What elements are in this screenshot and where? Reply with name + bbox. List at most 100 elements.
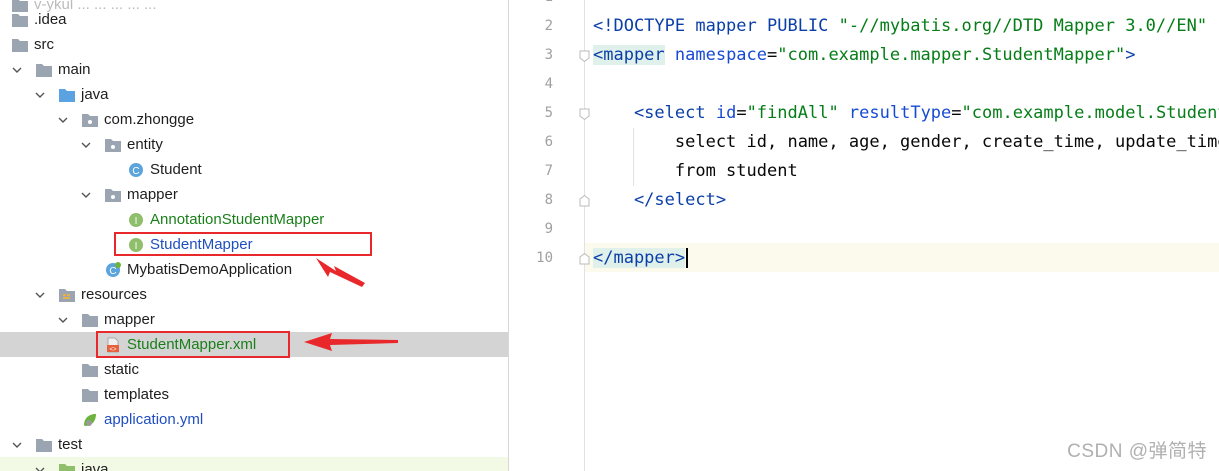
chevron-down-icon[interactable]	[33, 88, 47, 102]
tree-item-resources[interactable]: resources	[0, 282, 509, 307]
tree-item-test[interactable]: test	[0, 432, 509, 457]
line-number: 1	[509, 0, 553, 12]
class-icon: C	[126, 161, 146, 179]
tree-item-label: entity	[127, 136, 163, 153]
tree-item-label: static	[104, 361, 140, 378]
package-icon	[80, 111, 100, 129]
tree-item-folder-templates[interactable]: templates	[0, 382, 509, 407]
code-line-8: </select>	[593, 190, 727, 210]
annotation-arrow-icon	[304, 333, 398, 351]
tree-item-label: java	[81, 86, 109, 103]
tree-item-class-mybatis-demo-application[interactable]: C MybatisDemoApplication	[0, 257, 509, 282]
interface-icon: I	[126, 236, 146, 254]
chevron-down-icon[interactable]	[79, 188, 93, 202]
code-line-1: <?xml version="1.0" encoding="UTF-8"?>	[593, 0, 1023, 12]
chevron-down-icon[interactable]	[56, 313, 70, 327]
chevron-down-icon[interactable]	[33, 463, 47, 471]
chevron-down-icon[interactable]	[56, 113, 70, 127]
code-line-10: </mapper>	[593, 244, 689, 273]
tree-item-label: main	[58, 61, 91, 78]
fold-end-marker-icon[interactable]	[579, 252, 590, 265]
package-icon	[103, 186, 123, 204]
tree-item-java[interactable]: java	[0, 82, 509, 107]
tree-item-label: .idea	[34, 11, 67, 28]
tree-item-label: application.yml	[104, 411, 204, 428]
tree-item-file-application-yml[interactable]: application.yml	[0, 407, 509, 432]
tree-item-label: StudentMapper	[150, 236, 253, 253]
line-number: 6	[544, 134, 553, 150]
chevron-down-icon[interactable]	[10, 63, 24, 77]
tree-item-label: StudentMapper.xml	[127, 336, 257, 353]
line-number: 10	[536, 250, 553, 266]
line-number: 3	[544, 47, 553, 63]
tree-item-src[interactable]: src	[0, 32, 509, 57]
tree-item-label: resources	[81, 286, 147, 303]
folder-icon	[10, 11, 30, 29]
watermark: CSDN @弹简特	[1067, 441, 1207, 462]
svg-text:I: I	[135, 241, 138, 252]
tree-item-label: mapper	[127, 186, 178, 203]
resources-folder-icon	[57, 286, 77, 304]
line-number: 9	[544, 221, 553, 237]
tree-item-label: AnnotationStudentMapper	[150, 211, 325, 228]
line-number-gutter: 1 2 3 4 5 6 7 8 9 10	[509, 0, 590, 471]
tree-item-label: templates	[104, 386, 170, 403]
tree-item-package-com-zhongge[interactable]: com.zhongge	[0, 107, 509, 132]
tree-item-test-java[interactable]: java	[0, 457, 509, 471]
folder-icon	[10, 36, 30, 54]
tree-item-label: Student	[150, 161, 202, 178]
chevron-down-icon[interactable]	[79, 138, 93, 152]
code-line-2: <!DOCTYPE mapper PUBLIC "-//mybatis.org/…	[593, 16, 1208, 36]
tree-item-label: java	[81, 461, 109, 471]
line-number: 4	[544, 76, 553, 92]
line-number: 8	[544, 192, 553, 208]
interface-icon: I	[126, 211, 146, 229]
tree-item-interface-annotation-student-mapper[interactable]: I AnnotationStudentMapper	[0, 207, 509, 232]
tree-item-idea[interactable]: .idea	[0, 7, 509, 32]
code-line-7: from student	[593, 161, 798, 181]
project-tree: v-ykul ... ... ... ... ... .idea src mai…	[0, 0, 509, 471]
tree-item-folder-mapper[interactable]: mapper	[0, 307, 509, 332]
spring-class-icon: C	[103, 261, 123, 279]
tree-item-file-student-mapper-xml[interactable]: <> StudentMapper.xml	[0, 332, 509, 357]
fold-marker-icon[interactable]	[579, 107, 590, 121]
fold-end-marker-icon[interactable]	[579, 194, 590, 207]
svg-text:I: I	[135, 216, 138, 227]
svg-text:C: C	[132, 166, 139, 177]
tree-item-label: com.zhongge	[104, 111, 195, 128]
folder-icon	[80, 361, 100, 379]
line-number: 2	[544, 18, 553, 34]
spring-yml-icon	[80, 411, 100, 429]
xml-editor[interactable]: 1 2 3 4 5 6 7 8 9 10 <?xml version="1.0"…	[509, 0, 1219, 471]
fold-marker-icon[interactable]	[579, 49, 590, 63]
tree-item-label: MybatisDemoApplication	[127, 261, 293, 278]
code-line-3: <mapper namespace="com.example.mapper.St…	[593, 45, 1136, 65]
line-number: 5	[544, 105, 553, 121]
source-folder-icon	[57, 86, 77, 104]
line-number: 7	[544, 163, 553, 179]
tree-item-class-student[interactable]: C Student	[0, 157, 509, 182]
annotation-arrow-icon	[316, 258, 365, 287]
folder-icon	[34, 61, 54, 79]
xml-file-icon: <>	[103, 336, 123, 354]
code-line-6: select id, name, age, gender, create_tim…	[593, 132, 1219, 152]
folder-icon	[80, 311, 100, 329]
folder-icon	[34, 436, 54, 454]
chevron-down-icon[interactable]	[10, 438, 24, 452]
tree-item-main[interactable]: main	[0, 57, 509, 82]
tree-item-folder-static[interactable]: static	[0, 357, 509, 382]
chevron-down-icon[interactable]	[33, 288, 47, 302]
svg-text:<>: <>	[109, 347, 117, 353]
tree-item-label: test	[58, 436, 83, 453]
text-caret	[686, 248, 689, 268]
tree-item-label: mapper	[104, 311, 155, 328]
svg-text:C: C	[109, 266, 116, 277]
tree-item-interface-student-mapper[interactable]: I StudentMapper	[0, 232, 509, 257]
test-folder-icon	[57, 461, 77, 471]
folder-icon	[80, 386, 100, 404]
package-icon	[103, 136, 123, 154]
tree-item-package-entity[interactable]: entity	[0, 132, 509, 157]
tree-item-label: src	[34, 36, 54, 53]
tree-item-package-mapper[interactable]: mapper	[0, 182, 509, 207]
code-line-5: <select id="findAll" resultType="com.exa…	[593, 103, 1219, 123]
